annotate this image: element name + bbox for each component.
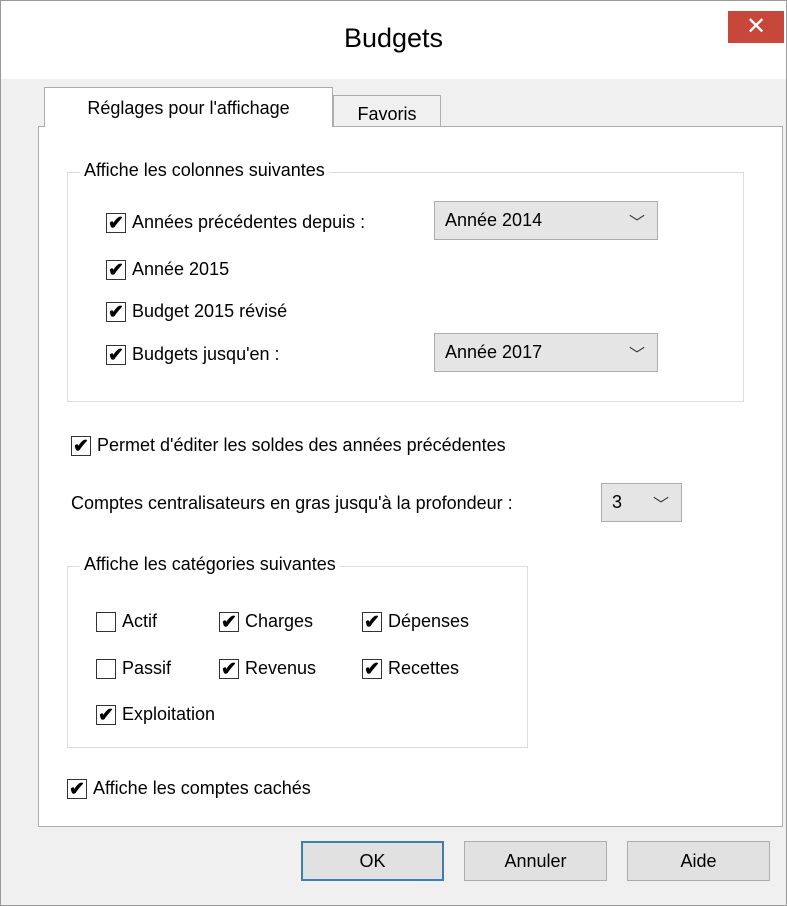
year-2015-label: Année 2015 [132,259,230,279]
to-year-select[interactable]: Année 2017 ﹀ [434,333,658,372]
edit-balances-option[interactable]: ✔ Permet d'éditer les soldes des années … [71,435,506,456]
previous-years-option[interactable]: ✔ Années précédentes depuis : [106,212,365,233]
category-revenus-label: Revenus [245,658,317,678]
previous-years-label: Années précédentes depuis : [132,212,366,232]
from-year-value: Année 2014 [445,210,543,230]
depth-value: 3 [612,492,623,512]
tab-label: Favoris [357,104,417,124]
cancel-button[interactable]: Annuler [464,841,607,881]
to-year-value: Année 2017 [445,342,543,362]
category-charges-checkbox[interactable]: ✔ [219,611,239,632]
budgets-until-label: Budgets jusqu'en : [132,344,280,364]
category-passif-checkbox[interactable] [96,658,116,679]
close-icon: ✕ [745,13,767,40]
depth-select[interactable]: 3 ﹀ [601,483,682,522]
category-actif[interactable]: Actif [96,611,157,632]
chevron-down-icon: ﹀ [628,346,645,364]
year-2015-option[interactable]: ✔ Année 2015 [106,259,229,280]
edit-balances-checkbox[interactable]: ✔ [71,435,91,456]
depth-label: Comptes centralisateurs en gras jusqu'à … [71,493,513,513]
budgets-until-option[interactable]: ✔ Budgets jusqu'en : [106,344,280,365]
ok-button[interactable]: OK [301,841,444,881]
close-button[interactable]: ✕ [728,11,784,43]
title-bar: Budgets ✕ [1,1,786,79]
hidden-accounts-option[interactable]: ✔ Affiche les comptes cachés [67,778,311,799]
category-recettes-label: Recettes [388,658,460,678]
from-year-select[interactable]: Année 2014 ﹀ [434,201,658,240]
chevron-down-icon: ﹀ [652,496,669,514]
category-exploitation[interactable]: ✔ Exploitation [96,704,215,725]
previous-years-checkbox[interactable]: ✔ [106,212,126,233]
categories-groupbox: Affiche les catégories suivantes Actif ✔… [67,554,528,748]
hidden-accounts-checkbox[interactable]: ✔ [67,778,87,799]
category-charges[interactable]: ✔ Charges [219,611,313,632]
tab-label: Réglages pour l'affichage [87,98,290,118]
tab-panel: Affiche les colonnes suivantes ✔ Années … [38,126,783,827]
tab-display-settings[interactable]: Réglages pour l'affichage [44,87,333,127]
category-revenus[interactable]: ✔ Revenus [219,658,316,679]
category-exploitation-label: Exploitation [122,704,216,724]
tab-favorites[interactable]: Favoris [333,95,441,128]
budgets-until-checkbox[interactable]: ✔ [106,344,126,365]
category-actif-checkbox[interactable] [96,611,116,632]
dialog-title: Budgets [343,23,444,53]
revised-budget-option[interactable]: ✔ Budget 2015 révisé [106,301,287,322]
columns-group-legend: Affiche les colonnes suivantes [80,160,329,181]
category-passif-label: Passif [122,658,172,678]
year-2015-checkbox[interactable]: ✔ [106,259,126,280]
category-depenses-label: Dépenses [388,611,470,631]
revised-budget-checkbox[interactable]: ✔ [106,301,126,322]
category-recettes-checkbox[interactable]: ✔ [362,658,382,679]
edit-balances-label: Permet d'éditer les soldes des années pr… [97,435,506,455]
category-recettes[interactable]: ✔ Recettes [362,658,459,679]
category-passif[interactable]: Passif [96,658,171,679]
categories-group-legend: Affiche les catégories suivantes [80,554,340,575]
category-exploitation-checkbox[interactable]: ✔ [96,704,116,725]
category-actif-label: Actif [122,611,158,631]
columns-groupbox: Affiche les colonnes suivantes ✔ Années … [67,160,744,402]
budgets-dialog: Budgets ✕ Réglages pour l'affichage Favo… [0,0,787,906]
hidden-accounts-label: Affiche les comptes cachés [93,778,311,798]
category-revenus-checkbox[interactable]: ✔ [219,658,239,679]
revised-budget-label: Budget 2015 révisé [132,301,288,321]
category-charges-label: Charges [245,611,314,631]
chevron-down-icon: ﹀ [628,214,645,232]
category-depenses[interactable]: ✔ Dépenses [362,611,469,632]
category-depenses-checkbox[interactable]: ✔ [362,611,382,632]
help-button[interactable]: Aide [627,841,770,881]
